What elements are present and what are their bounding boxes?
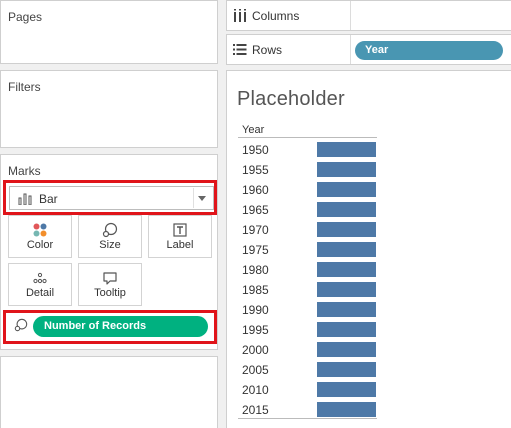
chevron-down-icon[interactable] — [193, 188, 209, 208]
size-icon — [14, 318, 28, 332]
year-row-label[interactable]: 1970 — [242, 220, 269, 240]
bar-mark[interactable] — [317, 382, 376, 397]
viz-title: Placeholder — [237, 88, 345, 110]
footer-divider — [238, 418, 377, 419]
rows-shelf-header: Rows — [227, 35, 351, 64]
bar-mark[interactable] — [317, 222, 376, 237]
tooltip-label: Tooltip — [94, 287, 126, 299]
bar-mark[interactable] — [317, 362, 376, 377]
filters-title: Filters — [8, 80, 41, 94]
size-label: Size — [99, 239, 121, 251]
number-of-records-pill[interactable]: Number of Records — [33, 316, 208, 337]
year-row-label[interactable]: 2015 — [242, 400, 269, 420]
bar-mark[interactable] — [317, 202, 376, 217]
rows-label: Rows — [252, 43, 283, 57]
label-icon — [173, 223, 187, 237]
size-icon — [102, 222, 118, 238]
columns-label: Columns — [252, 9, 300, 23]
detail-label: Detail — [25, 287, 55, 299]
size-button[interactable]: Size — [78, 215, 142, 258]
color-button[interactable]: Color — [8, 215, 72, 258]
year-row-label[interactable]: 1960 — [242, 180, 269, 200]
bar-mark[interactable] — [317, 282, 376, 297]
tooltip-button[interactable]: Tooltip — [78, 263, 142, 306]
viz-canvas: Placeholder Year 1950 1955 1960 1965 1970 197… — [226, 70, 511, 428]
bar-mark[interactable] — [317, 402, 376, 417]
year-pill[interactable]: Year — [355, 41, 503, 60]
bar-mark[interactable] — [317, 162, 376, 177]
year-row-label[interactable]: 1950 — [242, 140, 269, 160]
label-label: Label — [166, 239, 194, 251]
header-divider — [238, 137, 377, 138]
year-row-label[interactable]: 1965 — [242, 200, 269, 220]
bar-chart-icon — [18, 193, 32, 205]
year-row-label[interactable]: 1985 — [242, 280, 269, 300]
columns-icon — [234, 9, 246, 22]
columns-shelf-header: Columns — [227, 1, 351, 30]
year-row-label[interactable]: 1980 — [242, 260, 269, 280]
year-row-label[interactable]: 1955 — [242, 160, 269, 180]
pages-title: Pages — [8, 10, 43, 24]
tooltip-icon — [103, 272, 117, 285]
bar-mark[interactable] — [317, 142, 376, 157]
bar-mark[interactable] — [317, 242, 376, 257]
mark-type-label: Bar — [39, 192, 58, 206]
bar-mark[interactable] — [317, 302, 376, 317]
bar-mark[interactable] — [317, 262, 376, 277]
bar-mark[interactable] — [317, 182, 376, 197]
marks-title: Marks — [8, 164, 41, 178]
empty-card-area — [0, 356, 218, 428]
year-row-label[interactable]: 1995 — [242, 320, 269, 340]
mark-type-dropdown[interactable]: Bar — [9, 186, 214, 210]
detail-button[interactable]: Detail — [8, 263, 72, 306]
filters-card[interactable]: Filters — [0, 70, 218, 148]
detail-icon — [33, 272, 47, 284]
year-row-label[interactable]: 2005 — [242, 360, 269, 380]
bar-mark[interactable] — [317, 342, 376, 357]
year-row-label[interactable]: 2000 — [242, 340, 269, 360]
columns-shelf[interactable]: Columns — [226, 0, 511, 31]
rows-icon — [233, 44, 247, 55]
label-button[interactable]: Label — [148, 215, 212, 258]
year-row-label[interactable]: 1975 — [242, 240, 269, 260]
pages-card: Pages — [0, 0, 218, 64]
color-icon — [33, 223, 47, 237]
rows-shelf[interactable]: Rows Year — [226, 34, 511, 65]
year-row-label[interactable]: 1990 — [242, 300, 269, 320]
year-column-header[interactable]: Year — [242, 124, 264, 136]
color-label: Color — [26, 239, 54, 251]
year-row-label[interactable]: 2010 — [242, 380, 269, 400]
bar-mark[interactable] — [317, 322, 376, 337]
